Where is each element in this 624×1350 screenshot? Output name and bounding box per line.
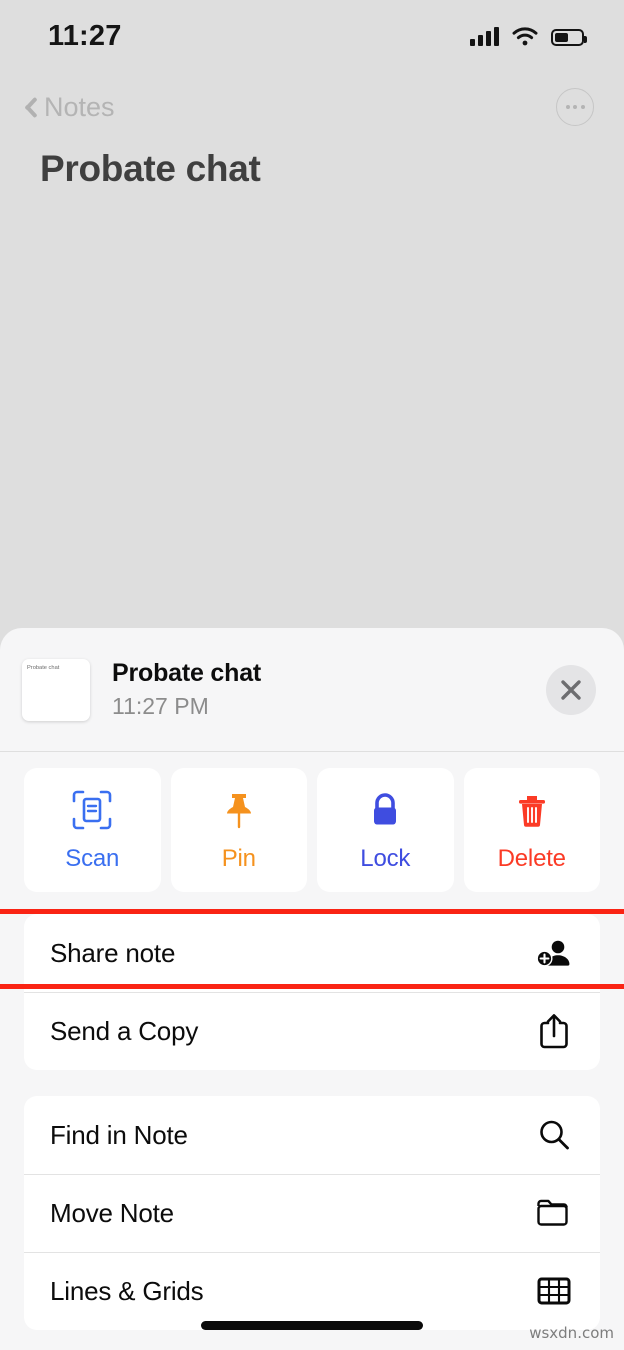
sheet-header: Probate chat Probate chat 11:27 PM bbox=[0, 628, 624, 752]
search-icon bbox=[534, 1115, 574, 1155]
tile-lock-label: Lock bbox=[360, 845, 411, 872]
home-indicator bbox=[201, 1321, 423, 1330]
trash-icon bbox=[510, 787, 554, 833]
share-upload-icon bbox=[534, 1011, 574, 1051]
watermark: wsxdn.com bbox=[529, 1324, 614, 1342]
note-thumbnail-text: Probate chat bbox=[27, 664, 60, 671]
tile-delete[interactable]: Delete bbox=[463, 768, 600, 892]
battery-icon bbox=[551, 29, 587, 46]
grid-icon bbox=[534, 1271, 574, 1311]
menu-group-share: Share note Send a Copy bbox=[24, 914, 600, 1070]
close-button[interactable] bbox=[546, 664, 596, 715]
menu-item-move-note-label: Move Note bbox=[50, 1197, 174, 1228]
tile-pin-label: Pin bbox=[221, 845, 256, 872]
ellipsis-circle-icon[interactable] bbox=[556, 88, 594, 126]
note-thumbnail: Probate chat bbox=[22, 658, 90, 721]
menu-item-share-note-label: Share note bbox=[50, 937, 176, 968]
menu-item-lines-and-grids[interactable]: Lines & Grids bbox=[24, 1252, 600, 1330]
status-time: 11:27 bbox=[48, 19, 122, 52]
share-group-wrapper: Share note Send a Copy bbox=[0, 909, 624, 1070]
page-title: Probate chat bbox=[40, 148, 261, 189]
menu-item-find-in-note[interactable]: Find in Note bbox=[24, 1096, 600, 1174]
note-action-sheet: Probate chat Probate chat 11:27 PM Scan … bbox=[0, 628, 624, 1350]
menu-item-lines-and-grids-label: Lines & Grids bbox=[50, 1275, 204, 1306]
tile-lock[interactable]: Lock bbox=[317, 768, 454, 892]
back-button-label: Notes bbox=[44, 91, 115, 122]
chevron-left-icon bbox=[16, 92, 38, 122]
menu-group-tools: Find in Note Move Note Lines & Grids bbox=[24, 1096, 600, 1330]
wifi-icon bbox=[512, 26, 538, 46]
menu-item-find-in-note-label: Find in Note bbox=[50, 1119, 188, 1150]
quick-action-tiles: Scan Pin Lock Delete bbox=[0, 752, 624, 892]
status-indicators bbox=[470, 26, 587, 46]
menu-item-send-a-copy-label: Send a Copy bbox=[50, 1015, 199, 1046]
tile-scan[interactable]: Scan bbox=[24, 768, 161, 892]
menu-item-send-a-copy[interactable]: Send a Copy bbox=[24, 992, 600, 1070]
document-scan-icon bbox=[70, 787, 114, 833]
back-button[interactable]: Notes bbox=[16, 92, 115, 123]
folder-icon bbox=[534, 1193, 574, 1233]
menu-item-move-note[interactable]: Move Note bbox=[24, 1174, 600, 1252]
lock-icon bbox=[363, 787, 407, 833]
tile-pin[interactable]: Pin bbox=[170, 768, 307, 892]
menu-item-share-note[interactable]: Share note bbox=[24, 914, 600, 992]
cellular-signal-icon bbox=[470, 26, 499, 46]
status-bar: 11:27 bbox=[0, 0, 624, 72]
sheet-subtitle: 11:27 PM bbox=[112, 693, 209, 719]
pushpin-icon bbox=[217, 787, 261, 833]
sheet-title: Probate chat bbox=[112, 659, 262, 687]
tile-scan-label: Scan bbox=[65, 845, 120, 872]
person-add-icon bbox=[534, 933, 574, 973]
close-icon bbox=[559, 678, 583, 702]
navigation-bar: Notes bbox=[0, 80, 624, 134]
sheet-header-text: Probate chat 11:27 PM bbox=[112, 659, 546, 720]
tile-delete-label: Delete bbox=[497, 845, 566, 872]
